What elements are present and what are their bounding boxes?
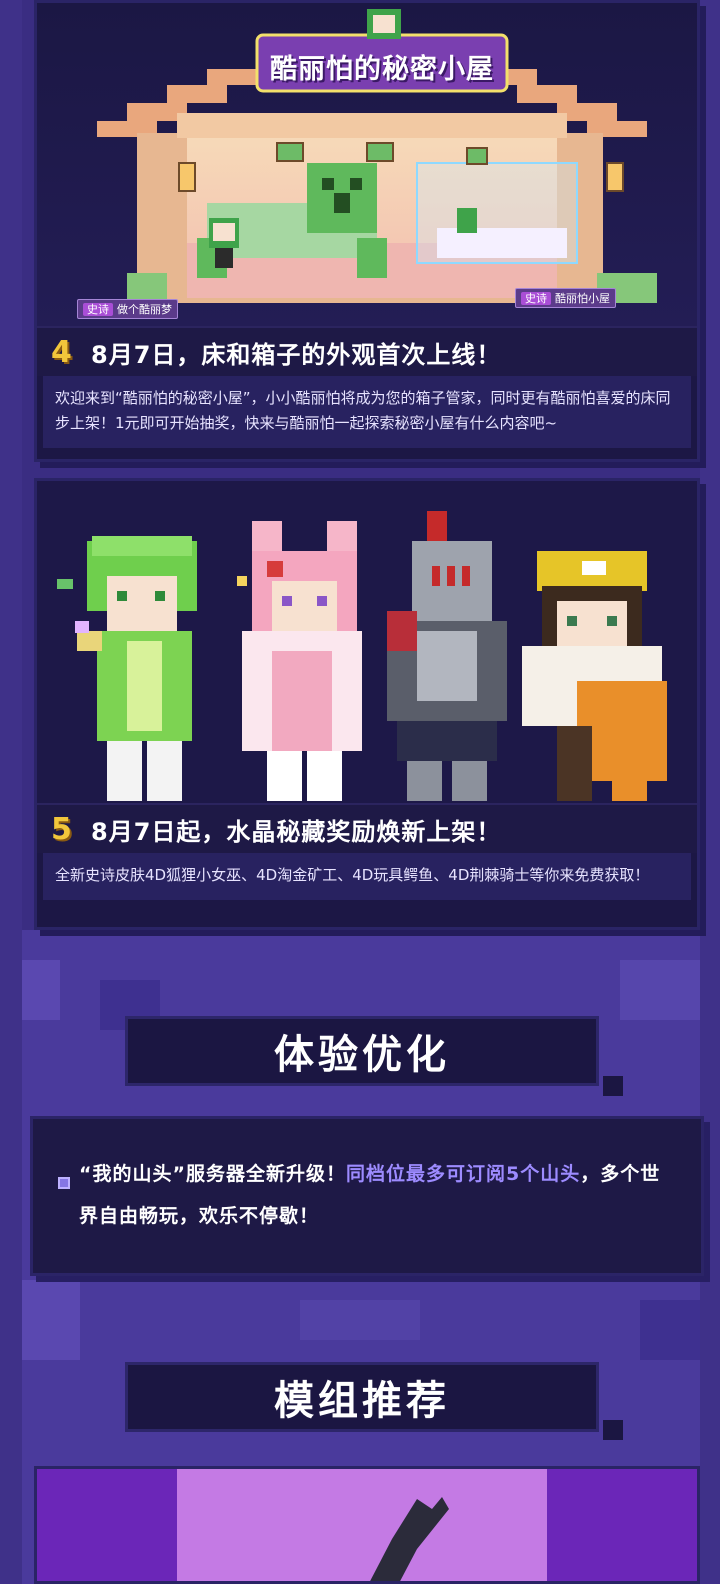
- experience-info-text: “我的山头”服务器全新升级！同档位最多可订阅5个山头，多个世界自由畅玩，欢乐不停…: [79, 1153, 661, 1237]
- experience-text-before: “我的山头”服务器全新升级！: [79, 1163, 346, 1185]
- headline-bar-4: 4 8月7日，床和箱子的外观首次上线！: [37, 326, 697, 376]
- headline-5: 8月7日起，水晶秘藏奖励焕新上架！: [91, 817, 502, 846]
- banner-title: 酷丽怕的秘密小屋: [270, 54, 494, 85]
- experience-section-title: 体验优化: [125, 1016, 599, 1086]
- bullet-square-icon: [58, 1177, 70, 1189]
- section-number-4: 4: [51, 334, 72, 370]
- tag-right-name: 酷丽怕小屋: [555, 292, 610, 305]
- headline-4: 8月7日，床和箱子的外观首次上线！: [91, 340, 502, 369]
- tag-left-rarity: 史诗: [83, 303, 113, 316]
- skins-banner: [37, 481, 697, 803]
- tag-right-rarity: 史诗: [521, 292, 551, 305]
- section-number-5: 5: [51, 811, 72, 847]
- headline-bar-5: 5 8月7日起，水晶秘藏奖励焕新上架！: [37, 803, 697, 853]
- mods-banner-art: [37, 1469, 697, 1581]
- experience-text-highlight: 同档位最多可订阅5个山头: [345, 1163, 581, 1185]
- tag-left: 史诗 做个酷丽梦: [77, 299, 178, 319]
- experience-info-card: “我的山头”服务器全新升级！同档位最多可订阅5个山头，多个世界自由畅玩，欢乐不停…: [30, 1116, 704, 1276]
- news-card-5: 5 8月7日起，水晶秘藏奖励焕新上架！ 全新史诗皮肤4D狐狸小女巫、4D淘金矿工…: [34, 478, 700, 930]
- description-4: 欢迎来到“酷丽怕的秘密小屋”，小小酷丽怕将成为您的箱子管家，同时更有酷丽怕喜爱的…: [43, 376, 691, 448]
- tag-left-name: 做个酷丽梦: [117, 303, 172, 316]
- mods-banner: [34, 1466, 700, 1584]
- description-5: 全新史诗皮肤4D狐狸小女巫、4D淘金矿工、4D玩具鳄鱼、4D荆棘骑士等你来免费获…: [43, 853, 691, 900]
- skins-illustration: [37, 481, 697, 803]
- news-card-4: 酷丽怕的秘密小屋 史诗 做个酷丽梦 史诗 酷丽怕小屋 4 8月7日，床和箱子的外观首…: [34, 0, 700, 462]
- title-notch-decoration: [603, 1076, 623, 1096]
- secret-house-banner: 酷丽怕的秘密小屋 史诗 做个酷丽梦 史诗 酷丽怕小屋: [37, 3, 697, 326]
- tag-right: 史诗 酷丽怕小屋: [515, 288, 616, 308]
- title-notch-decoration-2: [603, 1420, 623, 1440]
- mods-section-title: 模组推荐: [125, 1362, 599, 1432]
